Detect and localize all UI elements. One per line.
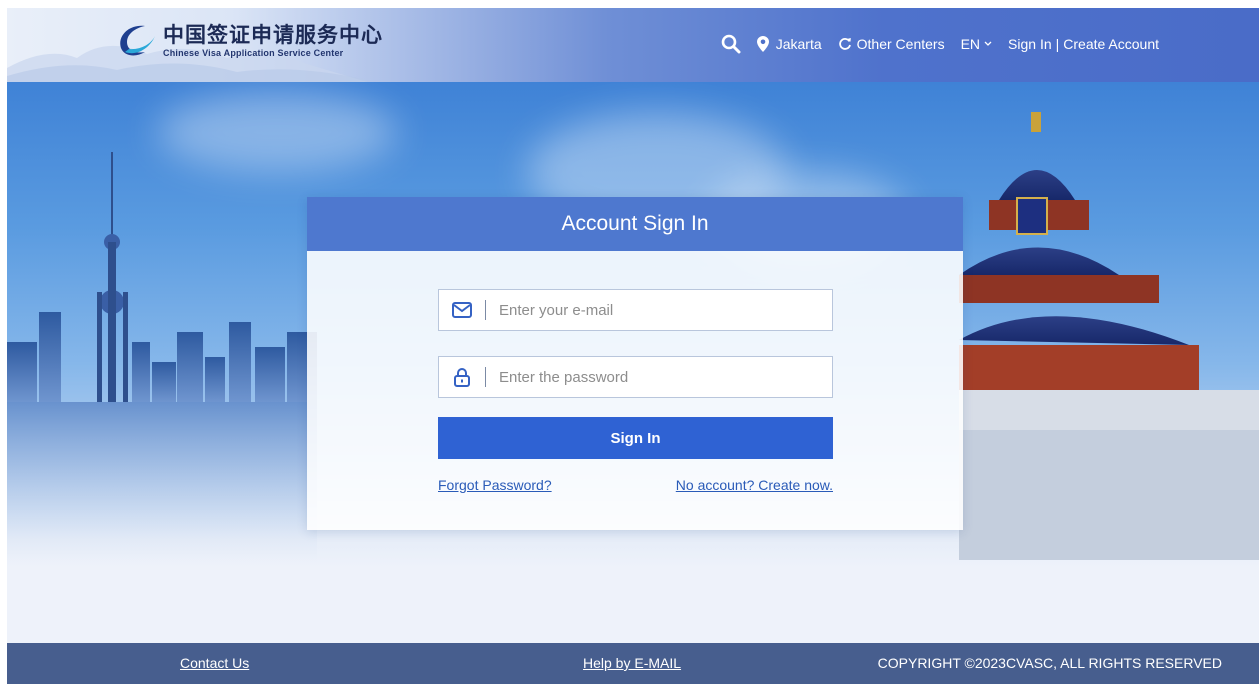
- language-selector[interactable]: EN: [961, 36, 992, 52]
- logo-swoosh-icon: [120, 25, 155, 56]
- city-skyline-image: [7, 152, 317, 562]
- temple-of-heaven-image: [959, 112, 1259, 560]
- login-card: Account Sign In Enter your e-mail Sign I…: [307, 197, 963, 530]
- mail-icon: [452, 302, 472, 318]
- password-field[interactable]: [438, 356, 833, 398]
- password-input[interactable]: [486, 358, 832, 396]
- nav-separator: |: [1055, 36, 1060, 52]
- chevron-down-icon: [984, 41, 992, 46]
- other-centers-link[interactable]: Other Centers: [838, 36, 945, 52]
- help-email-link[interactable]: Help by E-MAIL: [583, 655, 681, 671]
- email-input[interactable]: [486, 291, 832, 329]
- search-button[interactable]: [721, 34, 741, 54]
- map-pin-icon: [756, 36, 769, 52]
- refresh-icon: [838, 38, 851, 50]
- create-account-now-link[interactable]: No account? Create now.: [676, 477, 833, 493]
- contact-us-link[interactable]: Contact Us: [180, 655, 249, 671]
- lock-icon: [454, 368, 470, 387]
- location-selector[interactable]: Jakarta: [756, 36, 822, 52]
- email-field[interactable]: [438, 289, 833, 331]
- login-title: Account Sign In: [307, 197, 963, 251]
- sign-in-link[interactable]: Sign In: [1008, 36, 1052, 52]
- site-header: 中国签证申请服务中心 Chinese Visa Application Serv…: [7, 8, 1259, 82]
- top-nav: Jakarta Other Centers EN Sign In | Creat…: [721, 32, 1159, 56]
- logo-chinese-text: 中国签证申请服务中心: [163, 22, 383, 47]
- language-label: EN: [960, 36, 981, 52]
- hero-banner: Account Sign In Enter your e-mail Sign I…: [7, 82, 1259, 568]
- sign-in-button[interactable]: Sign In: [438, 417, 833, 459]
- forgot-password-link[interactable]: Forgot Password?: [438, 477, 552, 493]
- other-centers-label: Other Centers: [856, 36, 945, 52]
- site-logo[interactable]: 中国签证申请服务中心 Chinese Visa Application Serv…: [115, 22, 383, 60]
- copyright-text: COPYRIGHT ©2023CVASC, ALL RIGHTS RESERVE…: [877, 655, 1222, 671]
- search-icon: [721, 34, 741, 54]
- create-account-link[interactable]: Create Account: [1063, 36, 1159, 52]
- site-footer: Contact Us Help by E-MAIL COPYRIGHT ©202…: [7, 643, 1259, 684]
- logo-english-text: Chinese Visa Application Service Center: [163, 48, 344, 58]
- page-frame: 中国签证申请服务中心 Chinese Visa Application Serv…: [7, 8, 1259, 684]
- location-label: Jakarta: [775, 36, 822, 52]
